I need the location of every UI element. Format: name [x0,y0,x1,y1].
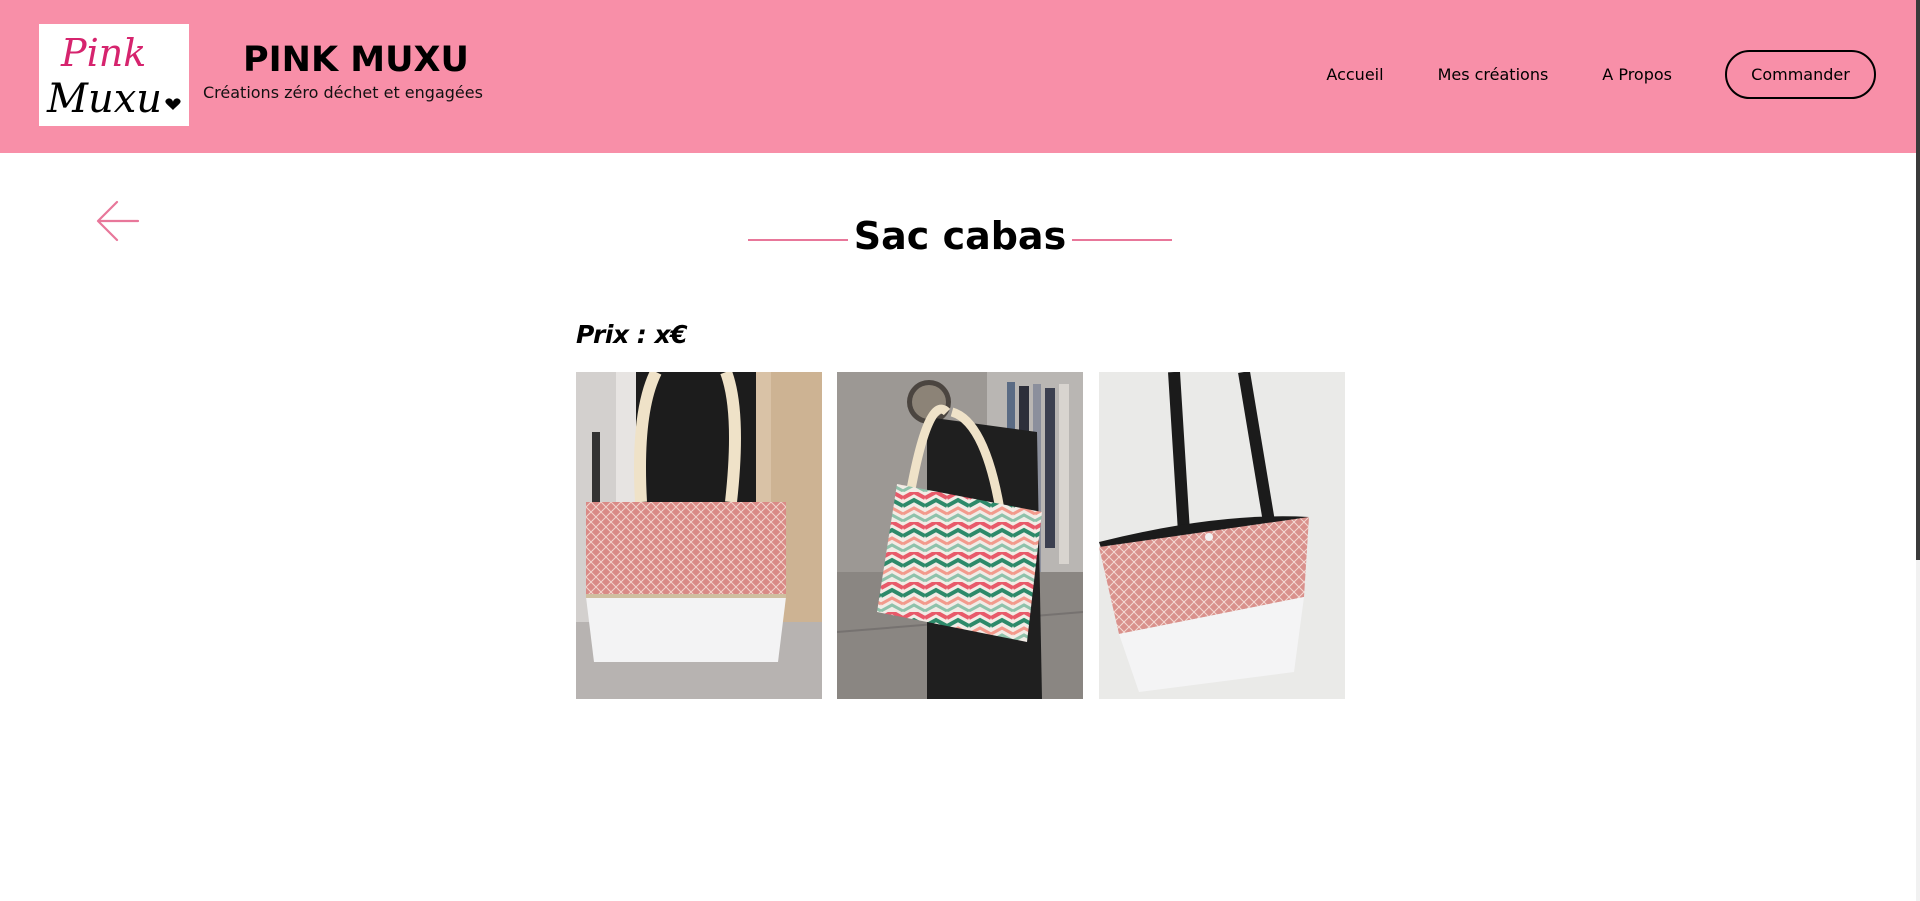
product-photo-1[interactable] [576,372,822,699]
tote-bag-photo [1099,372,1345,699]
product-photo-2[interactable] [837,372,1083,699]
photo-gallery [576,372,1345,699]
logo-text-pink: Pink [60,31,146,75]
brand-name[interactable]: PINK MUXU [243,40,469,80]
title-row: Sac cabas [748,214,1172,266]
site-header: Pink Muxu PINK MUXU Créations zéro déche… [0,0,1916,153]
main-nav: Accueil Mes créations A Propos Commander [1326,50,1876,99]
scrollbar-thumb[interactable] [1916,0,1920,560]
tote-bag-photo [576,372,822,699]
title-divider-right [1072,239,1172,241]
product-price: Prix : x€ [576,320,688,349]
product-photo-3[interactable] [1099,372,1345,699]
logo-text-muxu: Muxu [46,76,162,122]
order-button[interactable]: Commander [1725,50,1876,99]
logo-image: Pink Muxu [39,24,189,126]
tote-bag-photo [837,372,1083,699]
arrow-left-icon [96,200,140,242]
nav-link-accueil[interactable]: Accueil [1326,65,1383,84]
title-divider-left [748,239,848,241]
nav-link-a-propos[interactable]: A Propos [1602,65,1672,84]
back-button[interactable] [96,199,140,243]
logo[interactable]: Pink Muxu [39,24,189,126]
nav-link-mes-creations[interactable]: Mes créations [1438,65,1549,84]
brand-tagline: Créations zéro déchet et engagées [203,83,483,102]
page-title: Sac cabas [853,214,1067,258]
